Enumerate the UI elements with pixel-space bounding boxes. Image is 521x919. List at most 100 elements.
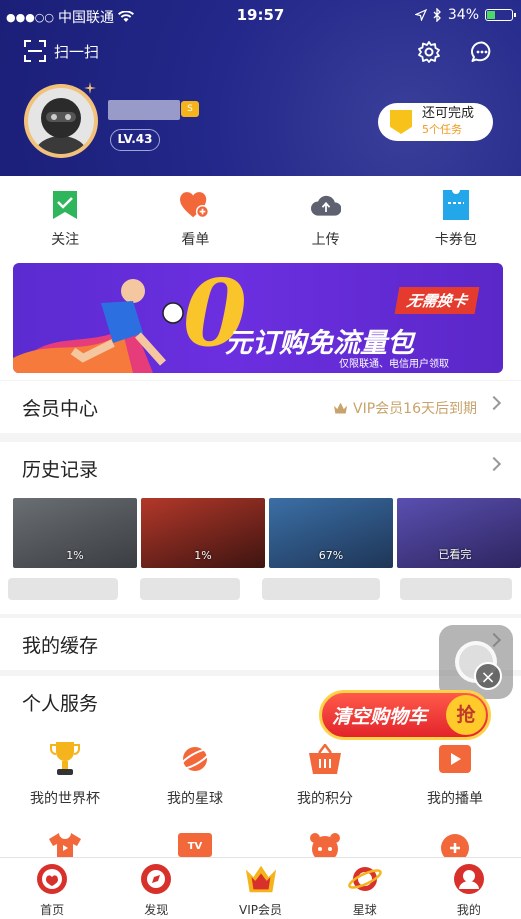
task-text: 还可完成 5个任务: [422, 106, 474, 138]
discover-icon: [139, 862, 173, 896]
blurred-title: [140, 578, 240, 600]
message-icon[interactable]: [470, 40, 494, 64]
scan-label: 扫一扫: [54, 42, 100, 61]
service-label: 我的世界杯: [30, 791, 100, 807]
tab-vip[interactable]: VIP会员: [208, 858, 312, 919]
history-thumbnail[interactable]: 1%: [141, 498, 265, 568]
blurred-titles: [0, 574, 521, 614]
tab-discover[interactable]: 发现: [104, 858, 208, 919]
service-label: 我的播单: [427, 791, 483, 807]
status-right: 34%: [414, 7, 516, 23]
trophy-icon: [48, 742, 82, 776]
follow-button[interactable]: 关注: [0, 176, 130, 254]
chevron-right-icon: [486, 456, 502, 472]
status-bar: ●●●○○ 中国联通 19:57 34%: [0, 0, 521, 30]
banner-tag: 无需换卡: [394, 287, 480, 314]
tab-label: 首页: [40, 903, 65, 917]
battery-icon: [485, 9, 516, 21]
tab-label: 我的: [456, 903, 481, 917]
blurred-title: [400, 578, 512, 600]
coupon-wallet-button[interactable]: 卡券包: [391, 176, 521, 254]
tab-profile[interactable]: 我的: [417, 858, 521, 919]
task-badge-icon: [390, 110, 412, 134]
soccer-player-illustration: [13, 279, 184, 373]
bottom-tab-bar: 首页 发现 VIP会员 星球 我的: [0, 857, 521, 919]
service-label: 我的星球: [167, 791, 223, 807]
vip-crown-icon: [334, 402, 348, 414]
user-level-badge: LV.43: [110, 129, 160, 151]
service-label: 我的积分: [297, 791, 353, 807]
watchlist-button[interactable]: 看单: [130, 176, 260, 254]
avatar-image: [28, 88, 94, 154]
scan-icon: [24, 40, 46, 62]
follow-label: 关注: [51, 232, 80, 248]
bookmark-check-icon: [50, 190, 80, 220]
history-title: 历史记录: [22, 459, 99, 481]
planet-icon: [178, 742, 212, 776]
tab-label: 星球: [352, 903, 377, 917]
blurred-title: [8, 578, 118, 600]
close-icon[interactable]: ×: [474, 662, 502, 690]
sparkle-icon: [84, 82, 96, 94]
history-progress: 1%: [194, 549, 212, 562]
task-card-button[interactable]: 还可完成 5个任务: [378, 103, 493, 141]
battery-percent: 34%: [447, 7, 479, 23]
service-playlist[interactable]: 我的播单: [390, 742, 520, 808]
service-planet[interactable]: 我的星球: [130, 742, 260, 808]
clear-cart-promo-button[interactable]: 清空购物车 抢: [319, 690, 491, 740]
history-row[interactable]: 历史记录: [0, 442, 521, 494]
vip-level-badge: S: [181, 101, 199, 117]
history-progress: 67%: [318, 549, 344, 562]
history-progress: 已看完: [438, 548, 472, 561]
cloud-upload-icon: [310, 190, 341, 220]
vip-expiry-note: VIP会员16天后到期: [334, 398, 477, 418]
watchlist-label: 看单: [181, 232, 210, 248]
banner-subtext: 仅限联通、电信用户领取: [339, 359, 449, 370]
profile-screen: ●●●○○ 中国联通 19:57 34% 扫一扫 S LV.43 还可完成 5个…: [0, 0, 521, 919]
floating-assist-ball[interactable]: [439, 625, 513, 699]
robot-avatar-icon: [35, 98, 87, 154]
history-thumbnail[interactable]: 67%: [269, 498, 393, 568]
upload-button[interactable]: 上传: [261, 176, 391, 254]
member-center-row[interactable]: 会员中心 VIP会员16天后到期: [0, 381, 521, 433]
chevron-right-icon: [486, 395, 502, 411]
tab-label: 发现: [144, 903, 169, 917]
grab-coin-icon: 抢: [446, 695, 486, 735]
profile-header: ●●●○○ 中国联通 19:57 34% 扫一扫 S LV.43 还可完成 5个…: [0, 0, 521, 176]
tab-home[interactable]: 首页: [0, 858, 104, 919]
vip-expiry-text: VIP会员16天后到期: [353, 401, 477, 417]
upload-label: 上传: [311, 232, 340, 248]
clear-cart-text: 清空购物车: [332, 706, 428, 728]
home-icon: [35, 862, 69, 896]
bluetooth-icon: [433, 8, 441, 22]
history-thumbnail[interactable]: 已看完: [397, 498, 521, 568]
settings-gear-icon[interactable]: [417, 40, 441, 64]
history-list: 1% 1% 67% 已看完: [0, 494, 521, 574]
avatar[interactable]: [24, 84, 98, 158]
ticket-icon: [441, 190, 471, 220]
task-title: 还可完成: [422, 106, 475, 121]
heart-plus-icon: [180, 190, 210, 220]
history-progress: 1%: [66, 549, 84, 562]
promo-banner[interactable]: 0 元订购免流量包 无需换卡 仅限联通、电信用户领取: [13, 263, 503, 373]
basket-icon: [308, 742, 342, 776]
svg-text:TV: TV: [188, 841, 203, 852]
username-blurred: [108, 100, 180, 120]
services-title: 个人服务: [22, 693, 99, 715]
planet-tab-icon: [347, 862, 382, 896]
location-icon: [414, 9, 427, 21]
member-center-title: 会员中心: [22, 398, 99, 420]
tab-planet[interactable]: 星球: [313, 858, 417, 919]
scan-button[interactable]: 扫一扫: [24, 40, 99, 62]
service-world-cup[interactable]: 我的世界杯: [0, 742, 130, 808]
history-thumbnail[interactable]: 1%: [13, 498, 137, 568]
blurred-title: [262, 578, 380, 600]
my-cache-title: 我的缓存: [22, 635, 99, 657]
services-grid: 我的世界杯 我的星球 我的积分 我的播单 TV: [0, 728, 521, 862]
service-points[interactable]: 我的积分: [260, 742, 390, 808]
tab-label: VIP会员: [239, 903, 282, 917]
profile-icon: [452, 862, 486, 896]
coupon-wallet-label: 卡券包: [434, 232, 477, 248]
playlist-icon: [438, 742, 472, 776]
banner-section: 0 元订购免流量包 无需换卡 仅限联通、电信用户领取: [0, 254, 521, 380]
